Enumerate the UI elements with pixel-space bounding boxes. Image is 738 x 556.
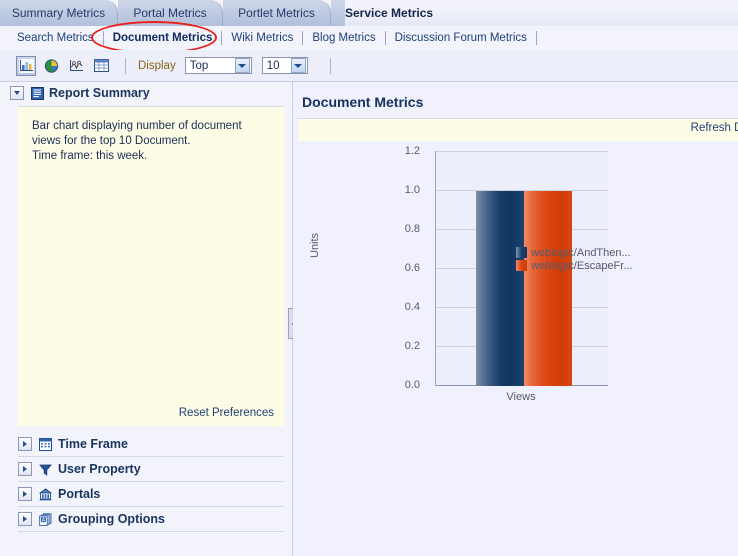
subtab-label: Discussion Forum Metrics	[394, 32, 527, 44]
y-tick: 0.6	[404, 262, 420, 274]
display-count-value: 10	[266, 59, 280, 72]
calendar-icon	[38, 437, 52, 451]
chart-toolbar: Display Top 10	[0, 50, 738, 82]
report-summary-title: Report Summary	[49, 86, 150, 100]
legend-item[interactable]: weblogic/EscapeFr...	[516, 259, 633, 272]
primary-tab-bar: Summary Metrics Portal Metrics Portlet M…	[0, 0, 738, 27]
legend-item[interactable]: weblogic/AndThen...	[516, 246, 633, 259]
tab-portlet-metrics[interactable]: Portlet Metrics	[223, 0, 331, 26]
display-count-select[interactable]: 10	[261, 57, 308, 74]
page-title: Document Metrics	[302, 94, 424, 110]
chevron-down-icon[interactable]	[290, 58, 306, 73]
chevron-down-icon[interactable]	[10, 86, 24, 100]
subtab-label: Document Metrics	[112, 32, 213, 44]
document-lines-icon	[30, 86, 44, 100]
left-options-panel: Report Summary Bar chart displaying numb…	[0, 82, 293, 556]
subtab-wiki-metrics[interactable]: Wiki Metrics	[222, 26, 302, 50]
legend-label: weblogic/EscapeFr...	[531, 259, 633, 272]
tab-label: Summary Metrics	[11, 5, 106, 20]
secondary-tab-bar: Search Metrics Document Metrics Wiki Met…	[0, 26, 738, 51]
section-label: Portals	[58, 487, 101, 501]
chevron-right-icon[interactable]	[18, 437, 32, 451]
chart-legend: weblogic/AndThen... weblogic/EscapeFr...	[516, 246, 633, 272]
chevron-right-icon[interactable]	[18, 512, 32, 526]
bar-series-1[interactable]	[476, 191, 524, 386]
subtab-divider	[535, 31, 537, 45]
subtab-label: Search Metrics	[17, 32, 94, 44]
section-grouping-options[interactable]: A Grouping Options	[18, 507, 284, 532]
legend-swatch-icon	[516, 247, 527, 258]
tab-summary-metrics[interactable]: Summary Metrics	[0, 0, 118, 26]
section-portals[interactable]: Portals	[18, 482, 284, 507]
funnel-icon	[38, 462, 52, 476]
display-label: Display	[138, 59, 176, 72]
grouping-icon: A	[38, 512, 52, 526]
tab-label: Service Metrics	[345, 6, 434, 20]
subtab-blog-metrics[interactable]: Blog Metrics	[303, 26, 384, 50]
line-chart-icon[interactable]	[66, 56, 86, 76]
y-tick: 0.0	[404, 379, 420, 391]
subtab-discussion-forum-metrics[interactable]: Discussion Forum Metrics	[386, 26, 536, 50]
tab-portal-metrics[interactable]: Portal Metrics	[118, 0, 223, 26]
reset-preferences-link[interactable]: Reset Preferences	[179, 407, 274, 419]
chevron-down-icon[interactable]	[234, 58, 250, 73]
document-metrics-bar-chart: Units 1.2 1.0 0.8 0.6 0.4 0.2 0.0 Views …	[293, 142, 738, 512]
bar-chart-icon[interactable]	[16, 55, 36, 76]
subtab-document-metrics[interactable]: Document Metrics	[104, 26, 222, 50]
section-time-frame[interactable]: Time Frame	[18, 432, 284, 457]
tab-label: Portlet Metrics	[238, 5, 315, 20]
section-user-property[interactable]: User Property	[18, 457, 284, 482]
refresh-bar: Refresh Dat	[298, 118, 738, 141]
subtab-search-metrics[interactable]: Search Metrics	[8, 26, 103, 50]
y-tick: 1.0	[404, 184, 420, 196]
chevron-right-icon[interactable]	[18, 487, 32, 501]
chevron-right-icon[interactable]	[18, 462, 32, 476]
y-tick: 0.8	[404, 223, 420, 235]
pie-chart-icon[interactable]	[41, 56, 61, 76]
toolbar-separator	[125, 57, 126, 74]
tab-label: Portal Metrics	[133, 5, 207, 20]
options-accordion: Time Frame User Property Portals A Group…	[18, 432, 284, 532]
section-label: Time Frame	[58, 437, 128, 451]
tab-service-metrics[interactable]: Service Metrics	[345, 0, 455, 26]
section-label: Grouping Options	[58, 512, 165, 526]
report-summary-text: Bar chart displaying number of document …	[32, 120, 242, 162]
y-tick: 1.2	[404, 145, 420, 157]
legend-swatch-icon	[516, 260, 527, 271]
y-tick: 0.2	[404, 340, 420, 352]
subtab-label: Blog Metrics	[312, 32, 376, 44]
legend-label: weblogic/AndThen...	[531, 246, 631, 259]
display-mode-select[interactable]: Top	[184, 57, 252, 74]
toolbar-separator	[329, 57, 331, 74]
bar-series-2[interactable]	[524, 191, 572, 386]
tab-notch	[331, 0, 345, 27]
subtab-label: Wiki Metrics	[231, 32, 294, 44]
portal-icon	[38, 487, 52, 501]
display-mode-value: Top	[189, 59, 209, 72]
x-tick-label: Views	[506, 391, 536, 403]
chart-panel: Document Metrics Refresh Dat Units 1.2 1…	[293, 82, 738, 556]
report-summary-box: Bar chart displaying number of document …	[18, 106, 284, 426]
table-grid-icon[interactable]	[91, 56, 111, 76]
section-label: User Property	[58, 462, 141, 476]
refresh-data-link[interactable]: Refresh Dat	[691, 122, 738, 134]
y-tick: 0.4	[404, 301, 420, 313]
report-summary-header[interactable]: Report Summary	[0, 82, 292, 104]
y-axis-label: Units	[309, 232, 321, 258]
